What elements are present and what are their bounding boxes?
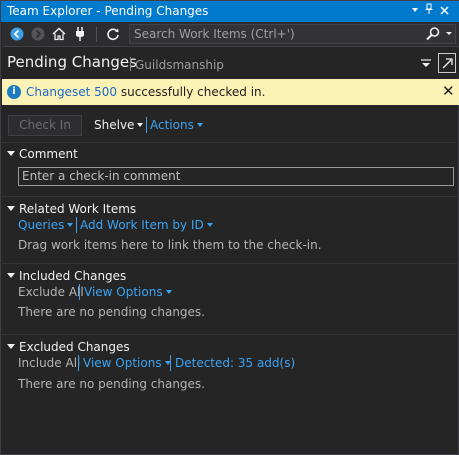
section-divider — [2, 334, 459, 335]
section-divider — [2, 196, 459, 197]
search-options-dropdown-icon[interactable] — [446, 32, 452, 35]
included-empty-text: There are no pending changes. — [18, 305, 205, 319]
include-all-link[interactable]: Include All — [18, 356, 80, 370]
window-title: Team Explorer - Pending Changes — [7, 4, 209, 18]
excluded-empty-text: There are no pending changes. — [18, 377, 205, 391]
collapse-triangle-icon[interactable] — [7, 151, 15, 156]
check-in-button[interactable]: Check In — [8, 115, 82, 136]
chevron-down-icon — [206, 222, 213, 227]
action-separator — [146, 117, 147, 133]
page-title[interactable]: Pending Changes — [7, 53, 137, 71]
view-options-label: View Options — [83, 356, 162, 370]
page-header: Pending Changes Guildsmanship — [2, 48, 459, 78]
refresh-icon[interactable] — [104, 25, 122, 43]
view-options-menu[interactable]: View Options — [84, 285, 172, 299]
collapse-triangle-icon[interactable] — [7, 344, 15, 349]
check-in-comment-field[interactable]: Enter a check-in comment — [18, 167, 454, 186]
title-bar: Team Explorer - Pending Changes — [1, 1, 459, 22]
drag-hint-text: Drag work items here to link them to the… — [18, 238, 322, 252]
notification-text: successfully checked in. — [117, 85, 266, 99]
view-options-menu[interactable]: View Options — [83, 356, 171, 370]
excluded-changes-heading: Excluded Changes — [19, 340, 130, 354]
search-input[interactable] — [134, 26, 414, 42]
link-separator — [170, 355, 171, 371]
info-icon: i — [7, 85, 21, 99]
shelve-label: Shelve — [94, 118, 135, 132]
changeset-link[interactable]: Changeset 500 — [26, 85, 117, 99]
chevron-down-icon — [165, 289, 172, 294]
comment-heading: Comment — [19, 147, 78, 161]
collapse-triangle-icon[interactable] — [7, 273, 15, 278]
page-menu-dropdown-icon[interactable] — [420, 57, 432, 71]
section-divider — [2, 263, 459, 264]
project-name: Guildsmanship — [135, 58, 224, 72]
add-work-item-label: Add Work Item by ID — [80, 218, 204, 232]
plug-icon[interactable] — [71, 25, 89, 43]
chevron-down-icon — [137, 122, 144, 127]
search-icon[interactable] — [425, 26, 441, 42]
team-explorer-window: Team Explorer - Pending Changes Search W… — [0, 0, 459, 455]
notification-message: Changeset 500 successfully checked in. — [26, 85, 265, 99]
section-divider — [2, 142, 459, 143]
shelve-button[interactable]: Shelve — [94, 118, 144, 132]
related-work-items-actions: Queries — [18, 218, 74, 232]
home-icon[interactable] — [50, 25, 68, 43]
actions-label: Actions — [150, 118, 194, 132]
comment-section-header[interactable]: Comment — [7, 147, 78, 161]
forward-arrow-icon[interactable] — [29, 25, 47, 43]
link-separator — [79, 284, 80, 300]
included-changes-heading: Included Changes — [19, 269, 127, 283]
excluded-changes-header[interactable]: Excluded Changes — [7, 340, 130, 354]
add-work-item-menu[interactable]: Add Work Item by ID — [80, 218, 213, 232]
collapse-triangle-icon[interactable] — [7, 206, 15, 211]
toolbar — [2, 22, 459, 47]
search-work-items-box[interactable] — [129, 24, 456, 44]
header-separator — [130, 57, 131, 71]
toolbar-separator — [96, 27, 97, 42]
link-separator — [78, 355, 79, 371]
related-work-items-header[interactable]: Related Work Items — [7, 202, 136, 216]
actions-menu[interactable]: Actions — [150, 118, 203, 132]
related-work-items-heading: Related Work Items — [19, 202, 137, 216]
chevron-down-icon — [67, 222, 74, 227]
included-changes-header[interactable]: Included Changes — [7, 269, 126, 283]
close-window-icon[interactable] — [435, 2, 454, 20]
view-options-label: View Options — [84, 285, 163, 299]
link-separator — [76, 217, 77, 233]
back-arrow-icon[interactable] — [8, 25, 26, 43]
chevron-down-icon — [196, 122, 203, 127]
queries-menu[interactable]: Queries — [18, 218, 74, 232]
queries-label: Queries — [18, 218, 65, 232]
exclude-all-link[interactable]: Exclude All — [18, 285, 84, 299]
detected-adds-link[interactable]: Detected: 35 add(s) — [175, 356, 295, 370]
close-icon[interactable]: ✕ — [442, 83, 455, 100]
popout-icon[interactable] — [438, 53, 456, 73]
notification-bar: i Changeset 500 successfully checked in.… — [2, 79, 459, 105]
